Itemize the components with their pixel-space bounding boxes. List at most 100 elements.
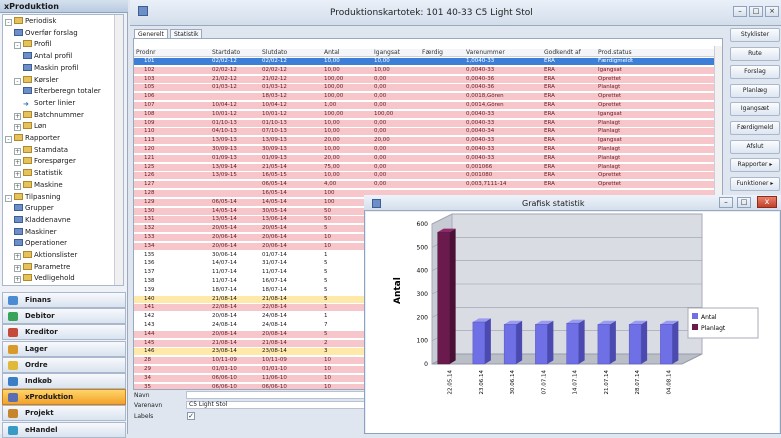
column-header[interactable]: Prod.status (598, 49, 632, 56)
tree-item[interactable]: + Forespørger (14, 156, 76, 167)
labels-checkbox[interactable]: ✓ (187, 412, 195, 420)
column-header[interactable]: Slutdato (262, 49, 287, 56)
tree-item[interactable]: Efterberegn totaler (23, 86, 101, 96)
table-row[interactable]: 121 01/09-13 01/09-13 20,00 0,00 0,0040-33 ERA… (134, 154, 714, 162)
tree-item[interactable]: Operationer (14, 238, 67, 248)
column-header[interactable]: Antal (324, 49, 340, 56)
module-button[interactable]: Lager (2, 340, 126, 357)
column-header[interactable]: Startdato (212, 49, 240, 56)
module-button[interactable]: Finans (2, 292, 126, 308)
module-button[interactable]: Indkøb (2, 373, 126, 389)
expand-toggle-icon[interactable]: + (14, 276, 21, 284)
column-header[interactable]: Prodnr (136, 49, 156, 56)
action-button[interactable]: Styklister (730, 28, 780, 42)
table-row[interactable]: 107 10/04-12 10/04-12 1,00 0,00 0,0014,Gören E… (134, 102, 714, 109)
tree-item[interactable]: + Vedligehold (14, 273, 75, 284)
action-button[interactable]: Rapporter ▸ (730, 158, 780, 173)
table-row[interactable]: 113 13/09-13 13/09-13 20,00 20,00 0,0040-33 ER… (134, 137, 714, 145)
expand-toggle-icon[interactable]: - (5, 19, 12, 26)
table-row[interactable]: 106 18/03-12 100,00 0,00 0,0018,Gören ERA Opre… (134, 93, 714, 101)
action-button[interactable]: Igangsæt (730, 102, 780, 117)
expand-toggle-icon[interactable]: + (14, 264, 21, 272)
tree-item[interactable]: + Aktionslister (14, 250, 77, 260)
tree-item-label: Batchnummer (34, 110, 84, 119)
tree-item[interactable]: Maskiner (14, 227, 57, 237)
expand-toggle-icon[interactable]: + (14, 182, 21, 190)
minimize-button[interactable]: – (733, 6, 747, 17)
table-row[interactable]: 109 01/10-13 01/10-13 10,00 0,00 0,0040-33 ERA… (134, 119, 714, 127)
column-header[interactable]: Færdig (422, 49, 443, 56)
bar-side (609, 320, 616, 364)
tree-scrollbar[interactable] (114, 15, 123, 285)
tree-item[interactable]: - Tilpasning (5, 192, 61, 202)
tree-item[interactable]: + Batchnummer (14, 110, 84, 120)
table-row[interactable]: 108 10/01-12 10/01-12 100,00 100,00 0,0040-33… (134, 110, 714, 118)
maximize-button[interactable]: □ (749, 6, 763, 17)
expand-toggle-icon[interactable]: - (14, 42, 21, 50)
action-button[interactable]: Afslut (730, 139, 780, 154)
table-cell: 11/07-14 (212, 278, 237, 284)
expand-toggle-icon[interactable]: + (14, 112, 21, 120)
action-button[interactable]: Færdigmeld (730, 121, 780, 135)
expand-toggle-icon[interactable]: - (5, 136, 12, 143)
tree-item[interactable]: + Løn (14, 121, 47, 132)
table-row[interactable]: 102 02/02-12 02/02-12 10,00 10,00 0,0040-33 ER… (134, 66, 714, 74)
table-cell: 01/01-10 (262, 366, 287, 372)
table-row[interactable]: 110 04/10-13 07/10-13 10,00 0,00 0,0040-34 ERA… (134, 128, 714, 136)
tree-item[interactable]: - Periodisk (5, 16, 56, 26)
table-row[interactable]: 120 30/09-13 30/09-13 10,00 0,00 0,0040-33 ERA… (134, 146, 714, 153)
table-cell: 01/07-14 (262, 251, 287, 258)
table-row[interactable]: 125 13/09-14 21/05-14 75,00 0,00 0,001066 ERA P… (134, 163, 714, 171)
expand-toggle-icon[interactable]: + (14, 147, 21, 155)
table-row[interactable]: 126 13/09-15 16/05-15 10,00 0,00 0,001080 ERA O… (134, 172, 714, 180)
module-button[interactable]: Debitor (2, 308, 126, 325)
expand-toggle-icon[interactable]: + (14, 124, 21, 132)
module-icon (8, 409, 18, 419)
expand-toggle-icon[interactable]: + (14, 171, 21, 179)
tree-item[interactable]: Overfør forslag (14, 28, 78, 38)
tree-item[interactable]: Kladdenavne (14, 215, 71, 225)
table-row[interactable]: 101 02/02-12 02/02-12 10,00 10,00 1,0040-33 ER… (134, 58, 714, 65)
expand-toggle-icon[interactable]: + (14, 159, 21, 167)
action-button[interactable]: Forslag (730, 65, 780, 80)
column-header[interactable]: Varenummer (466, 49, 505, 56)
tree-item[interactable]: - Profil (14, 39, 51, 50)
column-header[interactable]: Igangsat (374, 49, 400, 56)
tree-item-label: Grupper (25, 204, 54, 213)
tree-item[interactable]: - Rapporter (5, 133, 60, 143)
module-icon (8, 312, 18, 322)
tree-item[interactable]: + Parametre (14, 262, 70, 272)
tree-item[interactable]: Maskin profil (23, 63, 78, 73)
action-button[interactable]: Rute (730, 46, 780, 61)
table-row[interactable]: 103 21/02-12 21/02-12 100,00 0,00 0,0040-36 ER… (134, 75, 714, 83)
close-button[interactable]: × (765, 6, 779, 17)
expand-toggle-icon[interactable]: - (5, 194, 12, 202)
expand-toggle-icon[interactable]: - (14, 77, 21, 85)
module-button[interactable]: Projekt (2, 405, 126, 422)
tree-item[interactable]: Antal profil (23, 51, 72, 61)
column-header[interactable]: Godkendt af (544, 49, 581, 56)
action-button[interactable]: Planlæg (730, 83, 780, 98)
navn-field[interactable] (186, 391, 366, 399)
module-button[interactable]: Kreditor (2, 324, 126, 341)
tree-item[interactable]: Grupper (14, 203, 54, 213)
tree-item[interactable]: + Maskine (14, 180, 63, 190)
varenavn-field[interactable]: C5 Light Stol (186, 401, 366, 409)
module-button[interactable]: Ordre (2, 356, 126, 373)
chart-maximize-button[interactable]: □ (737, 197, 751, 208)
expand-toggle-icon[interactable]: + (14, 253, 21, 260)
table-row[interactable]: 127 06/05-14 4,00 0,00 0,003,7111-14 ERA Opret… (134, 181, 714, 189)
module-button[interactable]: xProduktion (2, 389, 126, 406)
chart-close-button[interactable]: x (757, 196, 777, 208)
y-tick-label: 400 (417, 268, 429, 275)
tree-item[interactable]: + Statistik (14, 168, 63, 179)
tree-item[interactable]: - Kørsler (14, 75, 59, 85)
tree-item[interactable]: + Stamdata (14, 145, 68, 155)
chart-minimize-button[interactable]: – (719, 197, 733, 208)
action-button[interactable]: Funktioner ▸ (730, 176, 780, 191)
folder-icon (23, 110, 32, 118)
module-button[interactable]: eHandel (2, 421, 126, 438)
table-row[interactable]: 105 01/03-12 01/03-12 100,00 0,00 0,0040-36 ER… (134, 84, 714, 92)
folder-icon (23, 145, 32, 153)
tree-item[interactable]: ➜ Sorter linier (23, 98, 75, 108)
